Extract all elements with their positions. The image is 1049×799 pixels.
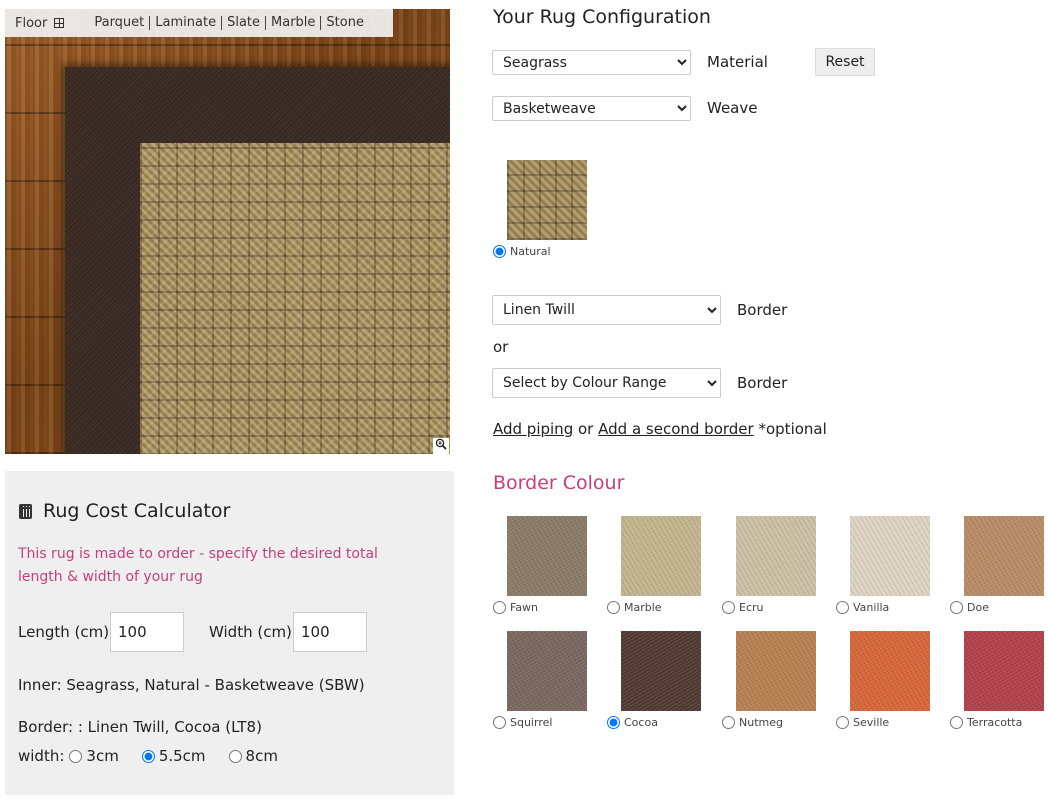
length-input[interactable] — [110, 612, 184, 652]
border-swatch-marble[interactable] — [621, 516, 701, 596]
border-swatch-nutmeg[interactable] — [736, 631, 816, 711]
border-colour-name: Squirrel — [510, 716, 553, 729]
border-description: Border: : Linen Twill, Cocoa (LT8) — [18, 718, 262, 736]
border-colour-radio-terracotta[interactable] — [950, 716, 963, 729]
border-width-options: width: 3cm 5.5cm 8cm — [18, 747, 296, 765]
border-width-option-label: 5.5cm — [158, 747, 206, 765]
border-colour-option-doe[interactable]: Doe — [950, 601, 989, 614]
border-colour-option-nutmeg[interactable]: Nutmeg — [722, 716, 783, 729]
magnifier-plus-icon — [435, 438, 447, 450]
calculator-icon — [19, 503, 32, 519]
border-colour-name: Doe — [967, 601, 989, 614]
border-colour-name: Seville — [853, 716, 890, 729]
rug-inner-preview — [140, 143, 450, 454]
border-colour-option-cocoa[interactable]: Cocoa — [607, 716, 658, 729]
border-swatch-ecru[interactable] — [736, 516, 816, 596]
inner-colour-radio-natural[interactable] — [493, 245, 506, 258]
floor-option-slate[interactable]: Slate — [222, 16, 267, 30]
border-width-radio-8cm[interactable] — [228, 749, 242, 763]
border-colour-option-seville[interactable]: Seville — [836, 716, 889, 729]
border-colour-option-squirrel[interactable]: Squirrel — [493, 716, 552, 729]
border-colour-name: Cocoa — [624, 716, 658, 729]
border-width-option-label: 3cm — [86, 747, 119, 765]
floor-option-laminate[interactable]: Laminate — [150, 16, 223, 30]
width-label: Width (cm) — [209, 623, 292, 641]
border-colour-name: Vanilla — [853, 601, 890, 614]
border-colour-radio-nutmeg[interactable] — [722, 716, 735, 729]
floor-selector-bar: Floor Parquet Laminate Slate Marble Ston… — [5, 9, 393, 37]
or-text: or — [493, 338, 509, 356]
border-width-radio-3cm[interactable] — [69, 749, 83, 763]
border-colour-name: Ecru — [739, 601, 764, 614]
links-or-text: or — [578, 420, 594, 438]
colour-range-border-label: Border — [737, 374, 788, 392]
zoom-button[interactable] — [433, 438, 449, 454]
border-width-option-8cm[interactable]: 8cm — [224, 747, 278, 765]
border-select[interactable]: Linen Twill — [492, 295, 721, 325]
border-width-radio-5-5cm[interactable] — [141, 749, 155, 763]
border-colour-radio-marble[interactable] — [607, 601, 620, 614]
grid-icon — [54, 18, 65, 28]
border-extras-row: Add piping or Add a second border *optio… — [493, 420, 827, 438]
border-label: Border — [737, 301, 788, 319]
border-colour-radio-seville[interactable] — [836, 716, 849, 729]
width-input[interactable] — [293, 612, 367, 652]
floor-options: Parquet Laminate Slate Marble Stone — [89, 16, 369, 30]
border-colour-radio-fawn[interactable] — [493, 601, 506, 614]
rug-preview: Floor Parquet Laminate Slate Marble Ston… — [5, 9, 450, 454]
inner-description: Inner: Seagrass, Natural - Basketweave (… — [18, 676, 365, 694]
weave-select[interactable]: Basketweave — [492, 96, 691, 121]
border-colour-radio-cocoa[interactable] — [607, 716, 620, 729]
inner-colour-swatch-natural[interactable] — [507, 160, 587, 240]
border-colour-option-fawn[interactable]: Fawn — [493, 601, 538, 614]
material-select[interactable]: Seagrass — [492, 50, 691, 75]
border-colour-name: Marble — [624, 601, 662, 614]
border-colour-option-vanilla[interactable]: Vanilla — [836, 601, 889, 614]
border-swatch-seville[interactable] — [850, 631, 930, 711]
border-width-label: width: — [18, 747, 65, 765]
inner-colour-name: Natural — [510, 245, 551, 258]
colour-range-select[interactable]: Select by Colour Range — [492, 368, 721, 398]
border-swatch-terracotta[interactable] — [964, 631, 1044, 711]
border-colour-option-ecru[interactable]: Ecru — [722, 601, 764, 614]
calculator-title: Rug Cost Calculator — [19, 500, 230, 522]
length-label: Length (cm) — [18, 623, 110, 641]
border-colour-title: Border Colour — [493, 472, 625, 494]
border-colour-name: Fawn — [510, 601, 539, 614]
border-width-option-5-5cm[interactable]: 5.5cm — [137, 747, 206, 765]
border-swatch-vanilla[interactable] — [850, 516, 930, 596]
border-width-option-3cm[interactable]: 3cm — [64, 747, 119, 765]
border-colour-radio-doe[interactable] — [950, 601, 963, 614]
reset-button[interactable]: Reset — [815, 48, 875, 76]
border-colour-radio-ecru[interactable] — [722, 601, 735, 614]
floor-label: Floor — [15, 15, 48, 31]
border-colour-option-terracotta[interactable]: Terracotta — [950, 716, 1022, 729]
border-swatch-fawn[interactable] — [507, 516, 587, 596]
border-colour-name: Terracotta — [967, 716, 1023, 729]
border-width-option-label: 8cm — [245, 747, 278, 765]
optional-note: *optional — [758, 420, 827, 438]
floor-option-parquet[interactable]: Parquet — [89, 16, 151, 30]
border-swatch-cocoa[interactable] — [621, 631, 701, 711]
rug-cost-calculator: Rug Cost Calculator This rug is made to … — [5, 471, 454, 795]
border-colour-radio-vanilla[interactable] — [836, 601, 849, 614]
inner-colour-option-natural[interactable]: Natural — [493, 245, 551, 258]
made-to-order-note: This rug is made to order - specify the … — [18, 546, 378, 585]
border-colour-radio-squirrel[interactable] — [493, 716, 506, 729]
floor-option-marble[interactable]: Marble — [266, 16, 322, 30]
add-second-border-link[interactable]: Add a second border — [598, 420, 754, 438]
floor-option-stone[interactable]: Stone — [321, 16, 369, 30]
border-colour-option-marble[interactable]: Marble — [607, 601, 662, 614]
calculator-title-text: Rug Cost Calculator — [43, 500, 231, 522]
border-colour-name: Nutmeg — [739, 716, 783, 729]
configuration-title: Your Rug Configuration — [493, 6, 711, 28]
weave-label: Weave — [707, 99, 758, 117]
border-swatch-squirrel[interactable] — [507, 631, 587, 711]
add-piping-link[interactable]: Add piping — [493, 420, 573, 438]
material-label: Material — [707, 53, 768, 71]
border-swatch-doe[interactable] — [964, 516, 1044, 596]
